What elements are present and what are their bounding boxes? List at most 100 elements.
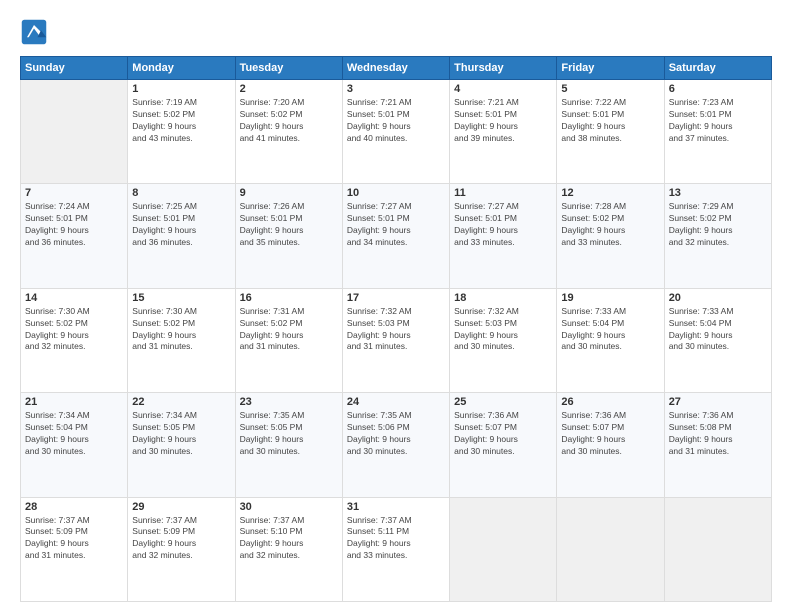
calendar-cell <box>664 497 771 601</box>
calendar-week-row: 28 Sunrise: 7:37 AM Sunset: 5:09 PM Dayli… <box>21 497 772 601</box>
day-info: Sunrise: 7:30 AM Sunset: 5:02 PM Dayligh… <box>25 306 123 354</box>
weekday-header: Saturday <box>664 57 771 80</box>
calendar-cell: 18 Sunrise: 7:32 AM Sunset: 5:03 PM Dayli… <box>450 288 557 392</box>
day-number: 6 <box>669 83 767 95</box>
weekday-header: Sunday <box>21 57 128 80</box>
day-info: Sunrise: 7:19 AM Sunset: 5:02 PM Dayligh… <box>132 97 230 145</box>
calendar-cell: 23 Sunrise: 7:35 AM Sunset: 5:05 PM Dayli… <box>235 393 342 497</box>
day-info: Sunrise: 7:28 AM Sunset: 5:02 PM Dayligh… <box>561 201 659 249</box>
day-number: 27 <box>669 396 767 408</box>
day-info: Sunrise: 7:35 AM Sunset: 5:05 PM Dayligh… <box>240 410 338 458</box>
day-number: 28 <box>25 501 123 513</box>
day-number: 5 <box>561 83 659 95</box>
calendar-cell: 27 Sunrise: 7:36 AM Sunset: 5:08 PM Dayli… <box>664 393 771 497</box>
day-number: 10 <box>347 187 445 199</box>
day-number: 2 <box>240 83 338 95</box>
day-info: Sunrise: 7:21 AM Sunset: 5:01 PM Dayligh… <box>454 97 552 145</box>
calendar-cell: 5Sunrise: 7:22 AM Sunset: 5:01 PM Daylig… <box>557 80 664 184</box>
calendar-cell <box>21 80 128 184</box>
logo-icon <box>20 18 48 46</box>
day-number: 7 <box>25 187 123 199</box>
day-number: 3 <box>347 83 445 95</box>
day-info: Sunrise: 7:29 AM Sunset: 5:02 PM Dayligh… <box>669 201 767 249</box>
calendar-cell: 20 Sunrise: 7:33 AM Sunset: 5:04 PM Dayli… <box>664 288 771 392</box>
calendar-header-row: SundayMondayTuesdayWednesdayThursdayFrid… <box>21 57 772 80</box>
day-number: 9 <box>240 187 338 199</box>
calendar-cell: 9 Sunrise: 7:26 AM Sunset: 5:01 PM Daylig… <box>235 184 342 288</box>
day-number: 20 <box>669 292 767 304</box>
day-info: Sunrise: 7:27 AM Sunset: 5:01 PM Dayligh… <box>454 201 552 249</box>
day-info: Sunrise: 7:33 AM Sunset: 5:04 PM Dayligh… <box>669 306 767 354</box>
day-info: Sunrise: 7:32 AM Sunset: 5:03 PM Dayligh… <box>454 306 552 354</box>
day-number: 30 <box>240 501 338 513</box>
calendar-cell: 13 Sunrise: 7:29 AM Sunset: 5:02 PM Dayli… <box>664 184 771 288</box>
day-number: 12 <box>561 187 659 199</box>
calendar-cell: 10Sunrise: 7:27 AM Sunset: 5:01 PM Dayli… <box>342 184 449 288</box>
calendar-cell: 25 Sunrise: 7:36 AM Sunset: 5:07 PM Dayli… <box>450 393 557 497</box>
calendar-cell: 8Sunrise: 7:25 AM Sunset: 5:01 PM Daylig… <box>128 184 235 288</box>
day-number: 11 <box>454 187 552 199</box>
calendar-week-row: 21 Sunrise: 7:34 AM Sunset: 5:04 PM Dayli… <box>21 393 772 497</box>
day-number: 24 <box>347 396 445 408</box>
day-info: Sunrise: 7:31 AM Sunset: 5:02 PM Dayligh… <box>240 306 338 354</box>
day-number: 26 <box>561 396 659 408</box>
day-info: Sunrise: 7:36 AM Sunset: 5:07 PM Dayligh… <box>454 410 552 458</box>
day-number: 8 <box>132 187 230 199</box>
day-number: 22 <box>132 396 230 408</box>
day-info: Sunrise: 7:37 AM Sunset: 5:11 PM Dayligh… <box>347 515 445 563</box>
day-info: Sunrise: 7:33 AM Sunset: 5:04 PM Dayligh… <box>561 306 659 354</box>
day-info: Sunrise: 7:36 AM Sunset: 5:07 PM Dayligh… <box>561 410 659 458</box>
calendar-cell: 17 Sunrise: 7:32 AM Sunset: 5:03 PM Dayli… <box>342 288 449 392</box>
logo <box>20 18 52 46</box>
calendar-cell: 21 Sunrise: 7:34 AM Sunset: 5:04 PM Dayli… <box>21 393 128 497</box>
day-number: 25 <box>454 396 552 408</box>
day-number: 17 <box>347 292 445 304</box>
day-number: 23 <box>240 396 338 408</box>
day-info: Sunrise: 7:37 AM Sunset: 5:09 PM Dayligh… <box>25 515 123 563</box>
day-number: 15 <box>132 292 230 304</box>
header <box>20 18 772 46</box>
day-number: 21 <box>25 396 123 408</box>
calendar-cell: 19 Sunrise: 7:33 AM Sunset: 5:04 PM Dayli… <box>557 288 664 392</box>
day-info: Sunrise: 7:21 AM Sunset: 5:01 PM Dayligh… <box>347 97 445 145</box>
calendar-cell <box>450 497 557 601</box>
day-info: Sunrise: 7:35 AM Sunset: 5:06 PM Dayligh… <box>347 410 445 458</box>
day-info: Sunrise: 7:37 AM Sunset: 5:09 PM Dayligh… <box>132 515 230 563</box>
calendar-week-row: 14 Sunrise: 7:30 AM Sunset: 5:02 PM Dayli… <box>21 288 772 392</box>
day-info: Sunrise: 7:32 AM Sunset: 5:03 PM Dayligh… <box>347 306 445 354</box>
page: SundayMondayTuesdayWednesdayThursdayFrid… <box>0 0 792 612</box>
day-number: 19 <box>561 292 659 304</box>
weekday-header: Wednesday <box>342 57 449 80</box>
day-number: 16 <box>240 292 338 304</box>
calendar-cell: 22Sunrise: 7:34 AM Sunset: 5:05 PM Dayli… <box>128 393 235 497</box>
day-info: Sunrise: 7:36 AM Sunset: 5:08 PM Dayligh… <box>669 410 767 458</box>
calendar-week-row: 1Sunrise: 7:19 AM Sunset: 5:02 PM Daylig… <box>21 80 772 184</box>
calendar-cell <box>557 497 664 601</box>
day-number: 18 <box>454 292 552 304</box>
calendar-cell: 7 Sunrise: 7:24 AM Sunset: 5:01 PM Daylig… <box>21 184 128 288</box>
day-number: 13 <box>669 187 767 199</box>
calendar-week-row: 7 Sunrise: 7:24 AM Sunset: 5:01 PM Daylig… <box>21 184 772 288</box>
day-number: 29 <box>132 501 230 513</box>
day-number: 4 <box>454 83 552 95</box>
calendar-cell: 3 Sunrise: 7:21 AM Sunset: 5:01 PM Daylig… <box>342 80 449 184</box>
day-number: 31 <box>347 501 445 513</box>
calendar-cell: 4 Sunrise: 7:21 AM Sunset: 5:01 PM Daylig… <box>450 80 557 184</box>
calendar-cell: 29 Sunrise: 7:37 AM Sunset: 5:09 PM Dayli… <box>128 497 235 601</box>
day-info: Sunrise: 7:37 AM Sunset: 5:10 PM Dayligh… <box>240 515 338 563</box>
day-info: Sunrise: 7:30 AM Sunset: 5:02 PM Dayligh… <box>132 306 230 354</box>
day-number: 14 <box>25 292 123 304</box>
calendar-cell: 31 Sunrise: 7:37 AM Sunset: 5:11 PM Dayli… <box>342 497 449 601</box>
weekday-header: Thursday <box>450 57 557 80</box>
weekday-header: Friday <box>557 57 664 80</box>
day-info: Sunrise: 7:24 AM Sunset: 5:01 PM Dayligh… <box>25 201 123 249</box>
day-info: Sunrise: 7:34 AM Sunset: 5:04 PM Dayligh… <box>25 410 123 458</box>
calendar-cell: 24 Sunrise: 7:35 AM Sunset: 5:06 PM Dayli… <box>342 393 449 497</box>
calendar-cell: 11 Sunrise: 7:27 AM Sunset: 5:01 PM Dayli… <box>450 184 557 288</box>
weekday-header: Monday <box>128 57 235 80</box>
calendar-body: 1Sunrise: 7:19 AM Sunset: 5:02 PM Daylig… <box>21 80 772 602</box>
calendar-cell: 14 Sunrise: 7:30 AM Sunset: 5:02 PM Dayli… <box>21 288 128 392</box>
weekday-header: Tuesday <box>235 57 342 80</box>
day-info: Sunrise: 7:26 AM Sunset: 5:01 PM Dayligh… <box>240 201 338 249</box>
calendar-cell: 1Sunrise: 7:19 AM Sunset: 5:02 PM Daylig… <box>128 80 235 184</box>
